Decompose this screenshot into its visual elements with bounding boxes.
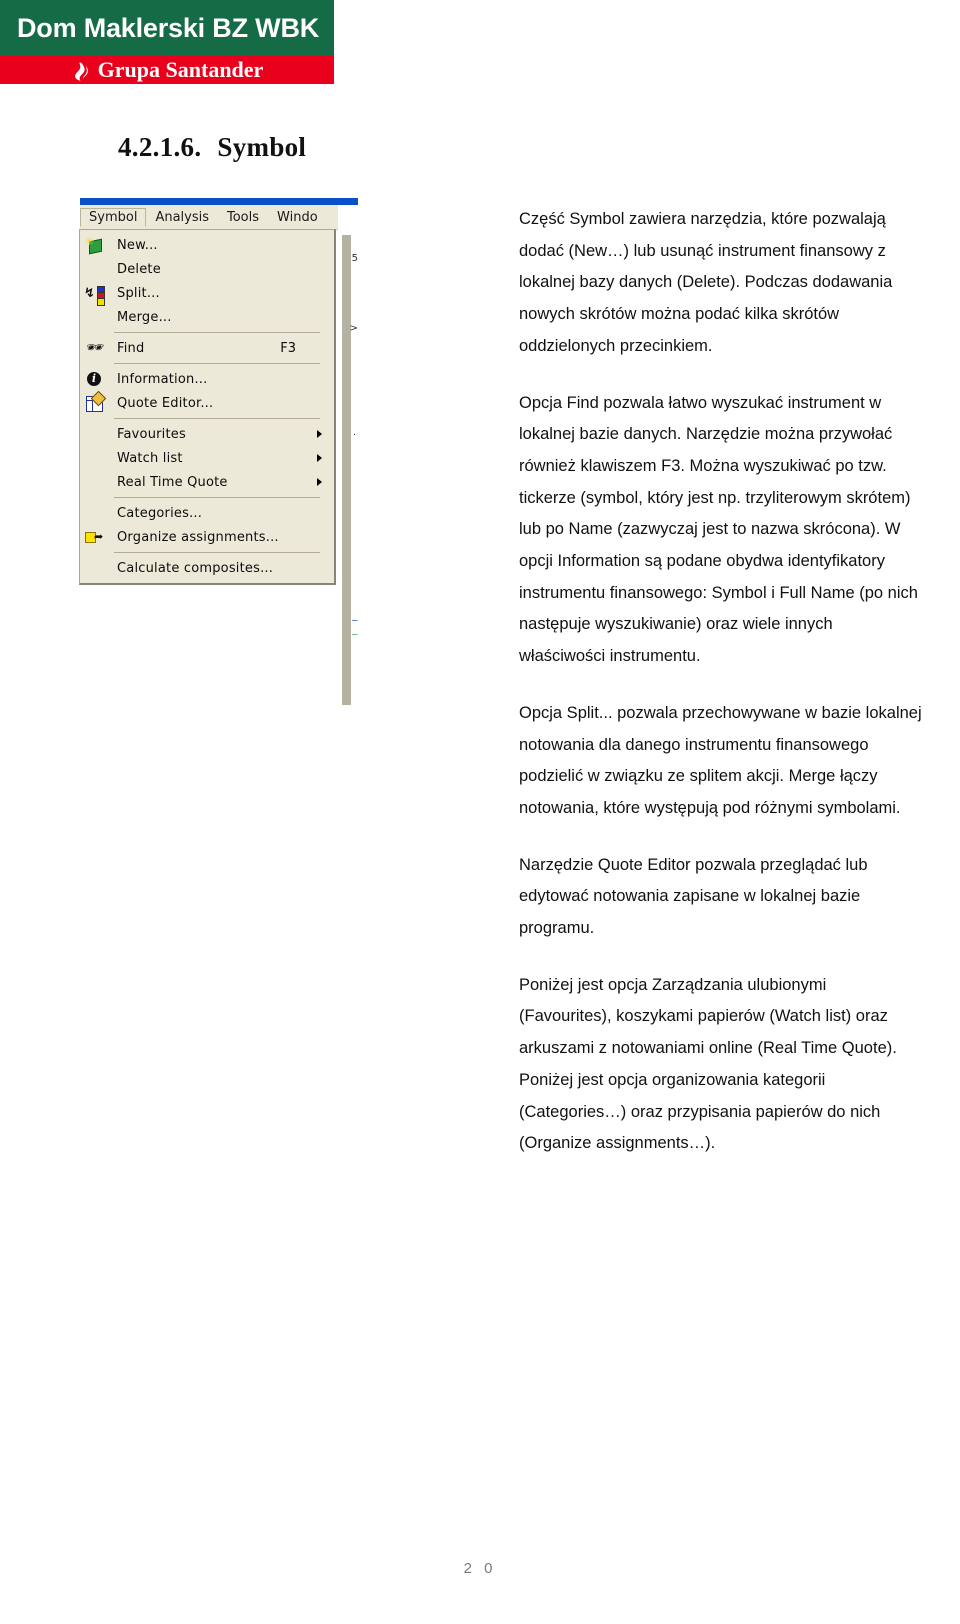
section-name: Symbol xyxy=(217,132,307,163)
menu-item-categories[interactable]: Categories... xyxy=(80,501,334,525)
menu-item-label: Real Time Quote xyxy=(117,474,228,490)
menu-item-label: Organize assignments... xyxy=(117,529,279,545)
menubar-item-windo[interactable]: Windo xyxy=(268,208,327,227)
submenu-arrow-icon xyxy=(317,478,322,486)
symbol-dropdown-menu[interactable]: ✳ New... Delete ↯ Split... Merge... 🕶 Find F3 i In… xyxy=(79,229,336,585)
submenu-arrow-icon xyxy=(317,454,322,462)
menu-item-information[interactable]: i Information... xyxy=(80,367,334,391)
menu-separator xyxy=(80,494,334,501)
page-title: 4.2.1.6. Symbol xyxy=(118,132,306,163)
bank-name: Dom Maklerski BZ WBK xyxy=(17,12,320,43)
menu-item-favourites[interactable]: Favourites xyxy=(80,422,334,446)
info-circle-icon: i xyxy=(83,369,107,389)
menu-item-split[interactable]: ↯ Split... xyxy=(80,281,334,306)
menu-item-merge[interactable]: Merge... xyxy=(80,305,334,329)
menu-item-real-time-quote[interactable]: Real Time Quote xyxy=(80,470,334,494)
menu-separator xyxy=(80,329,334,336)
window-fleck-d: ‒ xyxy=(351,615,358,626)
menu-item-label: New... xyxy=(117,237,158,253)
organize-assignments-icon: ➦ xyxy=(83,527,107,547)
symbol-menu-screenshot: Symbol Analysis Tools Windo 5 > · ‒ ‒ ✳ New.… xyxy=(77,198,358,710)
application-window: Symbol Analysis Tools Windo 5 > · ‒ ‒ ✳ New.… xyxy=(77,198,358,710)
brand-green-bar: Dom Maklerski BZ WBK xyxy=(0,0,334,56)
menu-item-label: Information... xyxy=(117,371,208,387)
no-icon xyxy=(83,448,107,468)
no-icon xyxy=(83,259,107,279)
binoculars-icon: 🕶 xyxy=(85,340,103,356)
menubar-item-symbol[interactable]: Symbol xyxy=(80,207,147,227)
window-right-region: 5 > · ‒ ‒ xyxy=(338,205,358,710)
window-titlebar xyxy=(80,198,358,205)
group-name: Grupa Santander xyxy=(97,57,264,82)
menu-item-delete[interactable]: Delete xyxy=(80,257,334,281)
menu-item-label: Quote Editor... xyxy=(117,395,214,411)
no-icon xyxy=(83,472,107,492)
menu-item-quote-editor[interactable]: Quote Editor... xyxy=(80,390,334,415)
window-fleck-b: > xyxy=(349,323,358,334)
no-icon xyxy=(83,558,107,578)
menu-separator xyxy=(80,360,334,367)
paragraph-5: Poniżej jest opcja Zarządzania ulubionym… xyxy=(519,975,897,1153)
menu-separator xyxy=(80,549,334,556)
menu-item-new[interactable]: ✳ New... xyxy=(80,233,334,257)
menu-item-label: Categories... xyxy=(117,505,203,521)
menu-item-organize-assignments[interactable]: ➦ Organize assignments... xyxy=(80,525,334,549)
menu-item-watch-list[interactable]: Watch list xyxy=(80,446,334,470)
window-fleck-e: ‒ xyxy=(351,629,358,640)
menu-separator xyxy=(80,415,334,422)
paragraph-3: Opcja Split... pozwala przechowywane w b… xyxy=(519,703,922,817)
paragraph-1: Część Symbol zawiera narzędzia, które po… xyxy=(519,210,893,355)
page-number: 2 0 xyxy=(463,1560,497,1577)
window-fleck-a: 5 xyxy=(351,253,358,264)
menu-item-label: Watch list xyxy=(117,450,183,466)
menu-item-find[interactable]: 🕶 Find F3 xyxy=(80,336,334,360)
menu-item-label: Find xyxy=(117,340,145,356)
brand-red-bar: Grupa Santander xyxy=(0,56,334,84)
menubar-item-tools[interactable]: Tools xyxy=(218,208,268,227)
no-icon xyxy=(83,503,107,523)
menubar-item-analysis[interactable]: Analysis xyxy=(146,208,218,227)
no-icon xyxy=(83,424,107,444)
menubar[interactable]: Symbol Analysis Tools Windo xyxy=(80,205,358,230)
paragraph-2: Opcja Find pozwala łatwo wyszukać instru… xyxy=(519,393,918,666)
window-fleck-c: · xyxy=(352,430,356,441)
brand-header: Dom Maklerski BZ WBK Grupa Santander xyxy=(0,0,334,84)
menu-item-label: Delete xyxy=(117,261,161,277)
menu-item-label: Merge... xyxy=(117,309,172,325)
menu-item-label: Calculate composites... xyxy=(117,560,274,576)
menu-item-shortcut: F3 xyxy=(280,340,296,356)
menu-item-calculate-composites[interactable]: Calculate composites... xyxy=(80,556,334,580)
section-number: 4.2.1.6. xyxy=(118,132,202,163)
split-icon: ↯ xyxy=(83,283,107,306)
new-symbol-icon: ✳ xyxy=(83,235,107,255)
submenu-arrow-icon xyxy=(317,430,322,438)
menu-item-label: Split... xyxy=(117,285,160,301)
santander-flame-icon xyxy=(71,62,91,81)
quote-editor-grid-icon xyxy=(83,390,107,413)
paragraph-4: Narzędzie Quote Editor pozwala przegląda… xyxy=(519,855,868,938)
body-text: Część Symbol zawiera narzędzia, które po… xyxy=(519,204,922,1160)
scrollbar-track[interactable] xyxy=(342,235,351,705)
no-icon xyxy=(83,307,107,327)
menu-item-label: Favourites xyxy=(117,426,186,442)
